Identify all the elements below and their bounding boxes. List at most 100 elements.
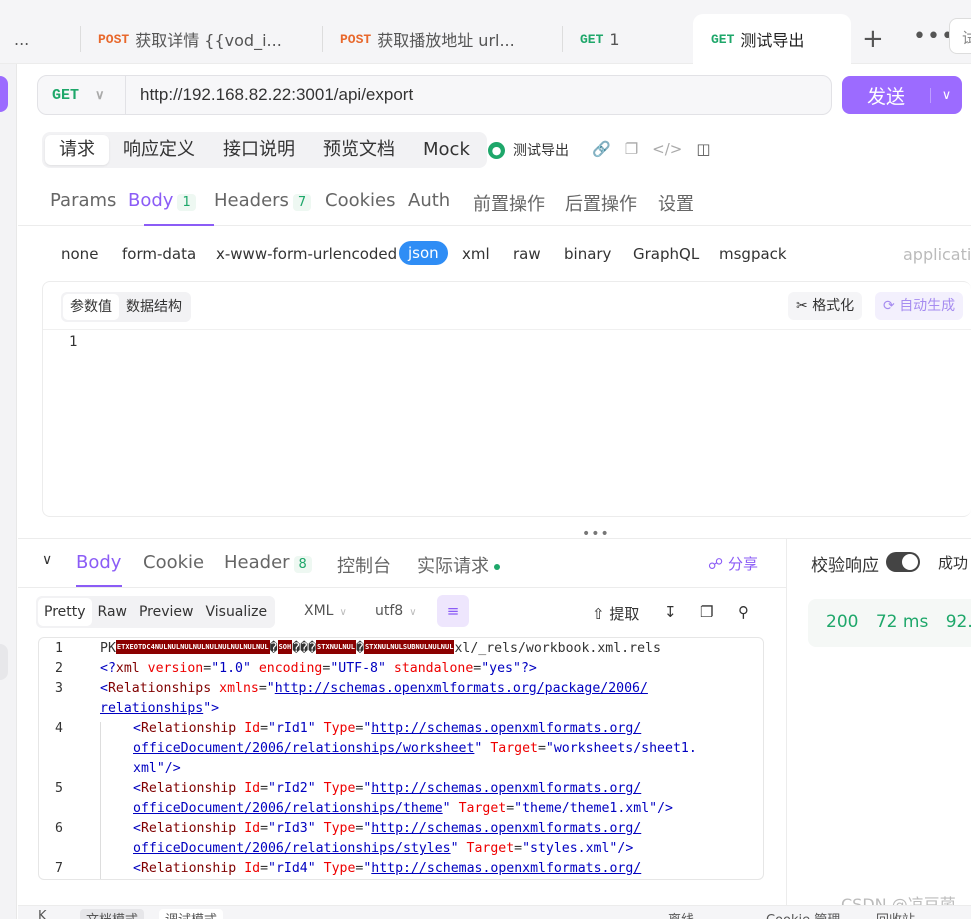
code-icon[interactable]: </> xyxy=(652,140,682,158)
view-mode-tabs: Pretty Raw Preview Visualize xyxy=(36,596,276,628)
control-chars: SOH xyxy=(277,640,293,654)
link-icon[interactable]: 🔗 xyxy=(592,140,611,158)
tab-actual-request[interactable]: 实际请求 xyxy=(417,552,500,578)
extract-button[interactable]: ⇧ 提取 xyxy=(592,603,639,624)
format-label: 格式化 xyxy=(812,298,855,314)
status-dot xyxy=(494,564,500,570)
method-badge: POST xyxy=(340,31,372,47)
response-time: 72 ms xyxy=(875,612,929,632)
line-number: 6 xyxy=(55,821,63,836)
copy-icon[interactable]: ❐ xyxy=(625,140,638,158)
code-line: <Relationship Id="rId3" Type="http://sch… xyxy=(133,821,642,836)
line-number: 1 xyxy=(69,334,78,350)
tab-vod-detail[interactable]: POST 获取详情 {{vod_i... xyxy=(80,14,322,64)
status-text: 成功 xyxy=(938,554,969,572)
rail-active-indicator[interactable] xyxy=(0,76,8,112)
tab-response-def[interactable]: 响应定义 xyxy=(109,135,209,165)
mode-preview[interactable]: Preview xyxy=(133,598,200,626)
tab-play-url[interactable]: POST 获取播放地址 url... xyxy=(322,14,562,64)
code-line-wrap: xml"/> xyxy=(133,761,181,776)
tab-post-ops[interactable]: 后置操作 xyxy=(565,190,637,216)
copy-icon[interactable]: ❐ xyxy=(700,603,713,621)
tab-resp-cookie[interactable]: Cookie xyxy=(143,552,204,573)
format-select[interactable]: XML ∨ xyxy=(304,603,347,619)
rail-indicator[interactable] xyxy=(0,644,8,680)
refresh-icon: ⟳ xyxy=(883,298,900,314)
tab-param-value[interactable]: 参数值 xyxy=(63,294,119,320)
encoding-select[interactable]: utf8 ∨ xyxy=(375,603,417,619)
autogen-button[interactable]: ⟳ 自动生成 xyxy=(875,292,964,320)
code-text: PK xyxy=(100,641,116,656)
count-badge: 7 xyxy=(292,194,312,211)
tab-body[interactable]: Body 1 xyxy=(128,190,196,211)
code-line: <Relationship Id="rId4" Type="http://sch… xyxy=(133,861,642,876)
cookie-manager[interactable]: Cookie 管理 xyxy=(766,909,840,919)
body-type-binary[interactable]: binary xyxy=(564,245,611,263)
body-type-raw[interactable]: raw xyxy=(513,245,541,263)
response-size: 92.22 xyxy=(945,612,971,632)
word-wrap-icon[interactable]: ≡ xyxy=(437,595,469,627)
active-tab-underline xyxy=(76,585,122,587)
code-text: xl/_rels/workbook.xml.rels xyxy=(454,641,661,656)
tab-pre-ops[interactable]: 前置操作 xyxy=(473,190,545,216)
body-type-form-data[interactable]: form-data xyxy=(122,245,196,263)
tab-request[interactable]: 请求 xyxy=(45,135,109,165)
chevron-down-icon[interactable]: ∨ xyxy=(42,552,52,568)
count-badge: 8 xyxy=(293,556,312,573)
tab-label: 前置操作 xyxy=(473,194,545,215)
tab-resp-header[interactable]: Header 8 xyxy=(224,552,312,573)
tab-cookies[interactable]: Cookies xyxy=(325,190,395,211)
tab-mock[interactable]: Mock xyxy=(409,135,484,165)
request-name-label[interactable]: 测试导出 xyxy=(513,140,569,160)
tab-label: ... xyxy=(14,29,30,49)
add-tab-icon[interactable]: + xyxy=(862,24,884,54)
tab-resp-body[interactable]: Body xyxy=(76,552,121,573)
body-editor[interactable]: 参数值 数据结构 ✂ 格式化 ⟳ 自动生成 1 xyxy=(42,281,971,517)
debug-mode-button[interactable]: 调试模式 xyxy=(159,909,224,919)
tab-label: 获取播放地址 url... xyxy=(377,31,515,50)
panel-icon[interactable]: ◫ xyxy=(696,140,710,158)
tab-auth[interactable]: Auth xyxy=(408,190,450,211)
body-type-none[interactable]: none xyxy=(61,245,98,263)
offline-status[interactable]: 离线 xyxy=(668,909,694,919)
mode-pretty[interactable]: Pretty xyxy=(38,598,92,626)
body-type-json[interactable]: json xyxy=(399,241,448,265)
tab-console[interactable]: 控制台 xyxy=(337,552,391,578)
tab-headers[interactable]: Headers 7 xyxy=(214,190,312,211)
tab-truncated[interactable]: ... xyxy=(0,14,80,64)
share-button[interactable]: ☍ 分享 xyxy=(708,553,758,574)
content-type-hint[interactable]: applicatio xyxy=(903,245,971,264)
search-icon[interactable]: ⚲ xyxy=(738,603,749,621)
tab-preview-doc[interactable]: 预览文档 xyxy=(309,135,409,165)
autogen-label: 自动生成 xyxy=(899,298,956,314)
url-input[interactable]: http://192.168.82.22:3001/api/export xyxy=(126,85,413,105)
format-button[interactable]: ✂ 格式化 xyxy=(788,292,863,320)
corner-button[interactable]: 试 xyxy=(949,18,971,54)
method-select[interactable]: GET ∨ xyxy=(38,76,126,114)
body-type-xml[interactable]: xml xyxy=(462,245,490,263)
validate-toggle[interactable] xyxy=(886,552,920,572)
globe-icon: ● xyxy=(488,141,505,159)
body-type-urlencoded[interactable]: x-www-form-urlencoded xyxy=(216,245,397,263)
recycle-bin[interactable]: 回收站 xyxy=(876,909,915,919)
request-actions: 🔗 ❐ </> ◫ xyxy=(592,140,711,158)
download-icon[interactable]: ↧ xyxy=(664,603,677,621)
tab-get-1[interactable]: GET 1 xyxy=(562,14,690,64)
mode-visualize[interactable]: Visualize xyxy=(199,598,273,626)
send-button[interactable]: 发送 ∨ xyxy=(842,76,962,114)
tab-label: Header xyxy=(224,552,290,573)
response-stats: 200 72 ms 92.22 xyxy=(808,599,971,647)
body-type-graphql[interactable]: GraphQL xyxy=(633,245,699,263)
response-code-viewer[interactable]: 1 PKETXEOTDC4NULNULNULNULNULNULNULNULNUL… xyxy=(38,637,764,880)
collapse-icon[interactable]: K xyxy=(38,909,47,919)
chevron-down-icon[interactable]: ∨ xyxy=(930,87,962,103)
body-type-msgpack[interactable]: msgpack xyxy=(719,245,787,263)
tab-params[interactable]: Params xyxy=(50,190,116,211)
tab-schema[interactable]: 数据结构 xyxy=(119,294,189,320)
editor-header: 参数值 数据结构 ✂ 格式化 ⟳ 自动生成 xyxy=(43,282,971,330)
doc-mode-button[interactable]: 文档模式 xyxy=(80,909,145,919)
mode-raw[interactable]: Raw xyxy=(92,598,133,626)
tab-api-doc[interactable]: 接口说明 xyxy=(209,135,309,165)
tab-test-export[interactable]: GET 测试导出 xyxy=(693,14,851,64)
tab-settings[interactable]: 设置 xyxy=(658,190,694,216)
